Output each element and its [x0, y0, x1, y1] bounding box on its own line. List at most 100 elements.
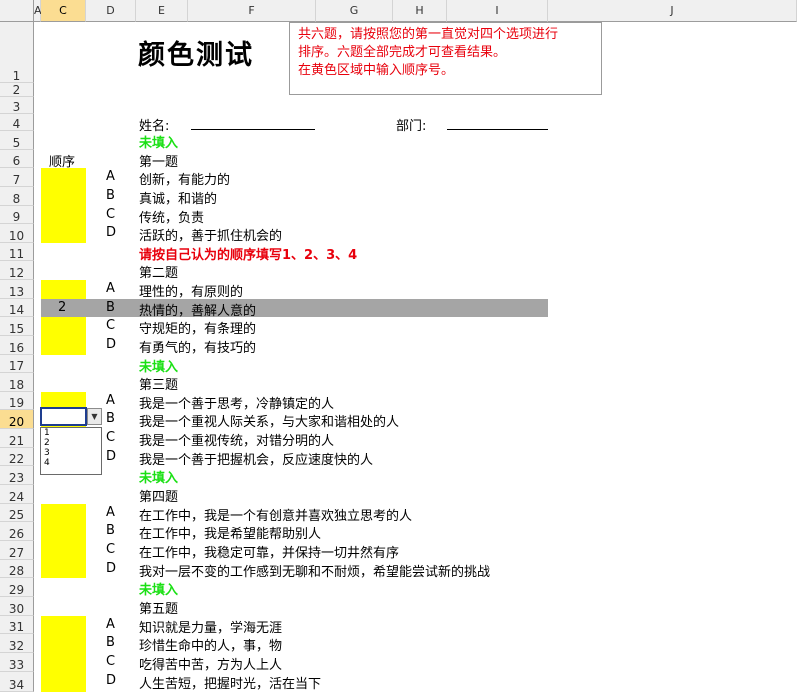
row-header[interactable]: 26: [0, 522, 34, 541]
row-header[interactable]: 28: [0, 560, 34, 578]
order-input-cell[interactable]: [41, 504, 86, 522]
column-header-j[interactable]: J: [548, 0, 797, 22]
name-underline[interactable]: [191, 129, 315, 130]
option-letter: A: [106, 169, 115, 184]
option-letter: D: [106, 449, 117, 464]
question-title: 第四题: [139, 490, 179, 505]
active-cell[interactable]: [40, 407, 87, 426]
order-input-cell[interactable]: [41, 187, 86, 206]
column-header-f[interactable]: F: [188, 0, 316, 22]
row-header[interactable]: 24: [0, 485, 34, 504]
row-header[interactable]: 30: [0, 597, 34, 616]
option-letter: C: [106, 430, 116, 445]
option-letter: D: [106, 337, 117, 352]
order-input-cell[interactable]: [41, 634, 86, 653]
note-line: 在黄色区域中输入顺序号。: [298, 63, 455, 78]
order-input-cell[interactable]: [41, 541, 86, 560]
option-text: 在工作中，我稳定可靠，并保持一切井然有序: [139, 546, 400, 561]
order-input-cell[interactable]: [41, 522, 86, 541]
order-input-cell[interactable]: [41, 206, 86, 224]
row-header[interactable]: 13: [0, 280, 34, 299]
row-header[interactable]: 11: [0, 243, 34, 261]
row-header[interactable]: 31: [0, 616, 34, 634]
question-title: 第二题: [139, 266, 179, 281]
row-header[interactable]: 20: [0, 410, 34, 429]
row-header[interactable]: 32: [0, 634, 34, 653]
row-header[interactable]: 16: [0, 336, 34, 355]
row-header[interactable]: 22: [0, 448, 34, 466]
row-header[interactable]: 14: [0, 299, 34, 317]
row-header[interactable]: 23: [0, 466, 34, 485]
row-header[interactable]: 33: [0, 653, 34, 672]
row-header[interactable]: 21: [0, 429, 34, 448]
option-letter: B: [106, 411, 115, 426]
option-letter: D: [106, 561, 117, 576]
option-letter: D: [106, 673, 117, 688]
question-title: 第五题: [139, 602, 179, 617]
option-text: 真诚，和谐的: [139, 192, 218, 207]
option-text: 知识就是力量，学海无涯: [139, 621, 283, 636]
question-title: 第一题: [139, 155, 179, 170]
row-header[interactable]: 4: [0, 114, 34, 131]
row-header[interactable]: 17: [0, 355, 34, 373]
order-input-cell[interactable]: [41, 317, 86, 336]
row-header[interactable]: 7: [0, 168, 34, 187]
option-letter: C: [106, 207, 116, 222]
select-all-corner[interactable]: [0, 0, 34, 22]
row-header[interactable]: 9: [0, 206, 34, 224]
row-header[interactable]: 6: [0, 150, 34, 168]
row-header[interactable]: 12: [0, 261, 34, 280]
dropdown-list[interactable]: 1234: [40, 427, 102, 475]
column-header-c[interactable]: C: [41, 0, 86, 22]
status-unfilled: 未填入: [139, 471, 179, 486]
option-letter: C: [106, 318, 116, 333]
row-header[interactable]: 2: [0, 83, 34, 97]
option-text: 我是一个善于把握机会，反应速度快的人: [139, 453, 374, 468]
column-header-d[interactable]: D: [86, 0, 136, 22]
column-header-h[interactable]: H: [393, 0, 447, 22]
option-letter: C: [106, 542, 116, 557]
row-header[interactable]: 15: [0, 317, 34, 336]
order-input-cell[interactable]: [41, 616, 86, 634]
dept-underline[interactable]: [447, 129, 548, 130]
option-letter: D: [106, 225, 117, 240]
row-header[interactable]: 19: [0, 392, 34, 410]
row-header[interactable]: 3: [0, 97, 34, 114]
order-input-cell[interactable]: [41, 336, 86, 355]
column-header-e[interactable]: E: [136, 0, 188, 22]
dropdown-option[interactable]: 1: [41, 428, 101, 438]
order-input-cell[interactable]: [41, 168, 86, 187]
row-header[interactable]: 34: [0, 672, 34, 692]
row-header[interactable]: 5: [0, 131, 34, 150]
option-letter: A: [106, 617, 115, 632]
option-text: 热情的，善解人意的: [139, 304, 257, 319]
option-text: 珍惜生命中的人，事，物: [139, 639, 283, 654]
order-input-cell[interactable]: [41, 672, 86, 692]
order-input-cell[interactable]: [41, 280, 86, 299]
option-text: 我对一层不变的工作感到无聊和不耐烦，希望能尝试新的挑战: [139, 565, 491, 580]
order-input-cell[interactable]: [41, 224, 86, 243]
order-input-cell[interactable]: [41, 560, 86, 578]
instruction-note: 共六题，请按照您的第一直觉对四个选项进行 排序。六题全部完成才可查看结果。 在黄色区…: [289, 22, 602, 95]
option-letter: B: [106, 635, 115, 650]
dropdown-option[interactable]: 2: [41, 438, 101, 448]
column-header-g[interactable]: G: [316, 0, 393, 22]
row-header[interactable]: 27: [0, 541, 34, 560]
order-value[interactable]: 2: [58, 300, 66, 315]
row-header[interactable]: 8: [0, 187, 34, 206]
column-header-a[interactable]: A: [34, 0, 42, 22]
row-header[interactable]: 29: [0, 578, 34, 597]
option-text: 传统，负责: [139, 211, 205, 226]
dropdown-option[interactable]: 3: [41, 448, 101, 458]
dropdown-option[interactable]: 4: [41, 458, 101, 468]
order-input-cell[interactable]: [41, 653, 86, 672]
row-header[interactable]: 1: [0, 22, 34, 83]
sheet-title: 颜色测试: [138, 40, 254, 71]
row-header[interactable]: 25: [0, 504, 34, 522]
dropdown-arrow-button[interactable]: ▼: [87, 408, 102, 425]
column-header-i[interactable]: I: [447, 0, 548, 22]
option-text: 我是一个善于思考，冷静镇定的人: [139, 397, 335, 412]
option-letter: A: [106, 505, 115, 520]
row-header[interactable]: 10: [0, 224, 34, 243]
row-header[interactable]: 18: [0, 373, 34, 392]
